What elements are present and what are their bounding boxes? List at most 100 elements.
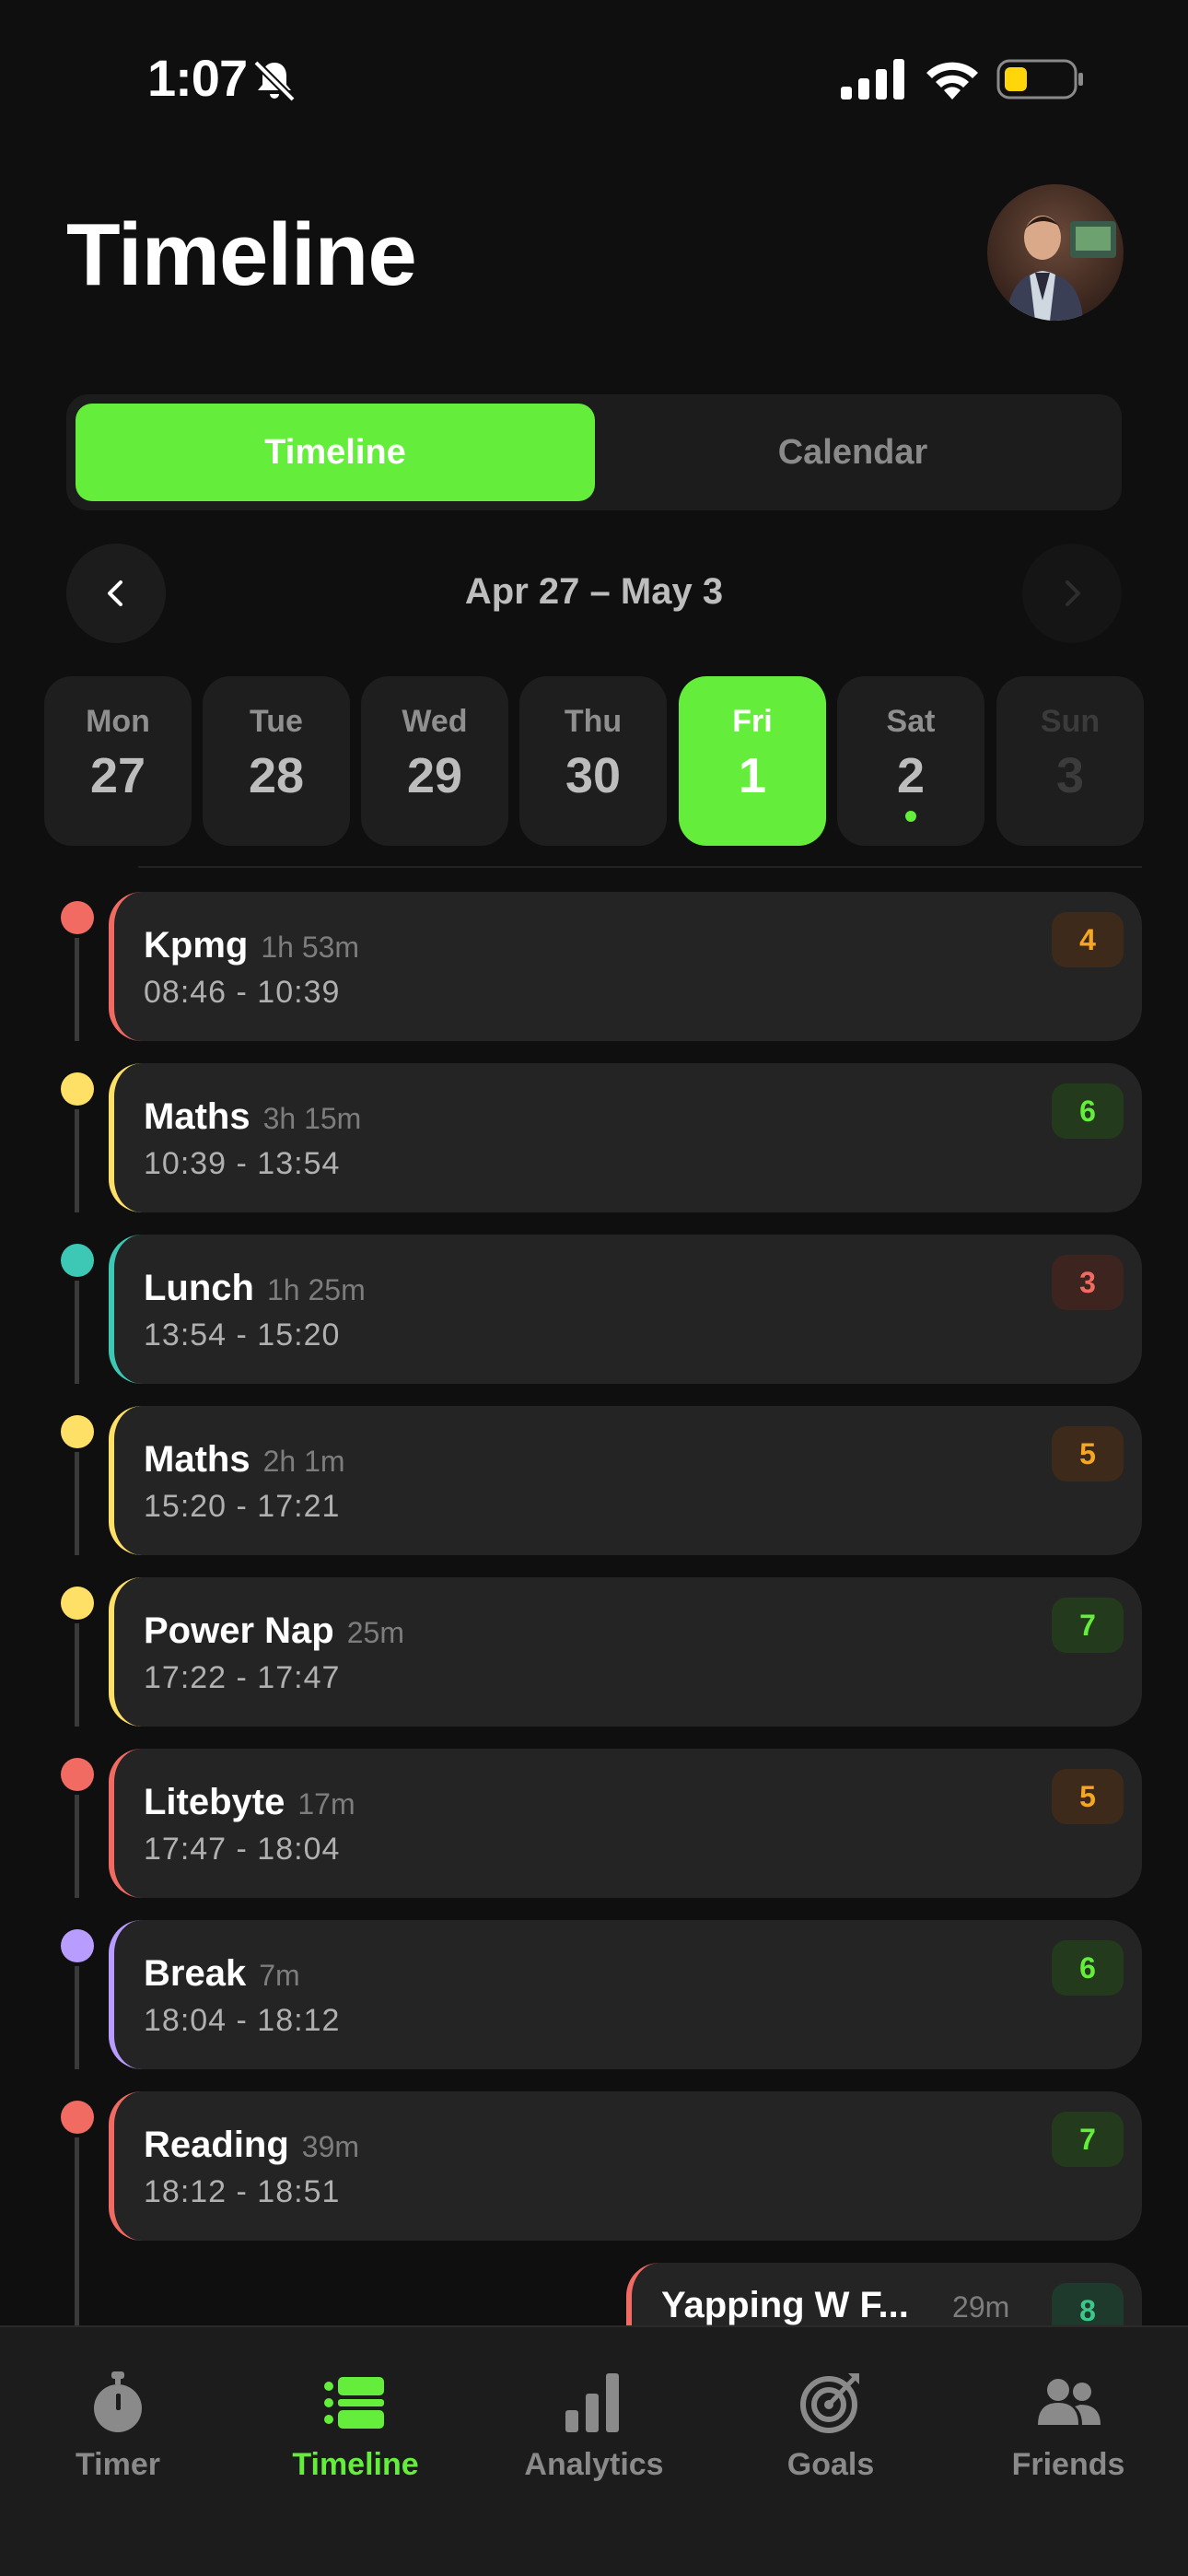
entry-time-range: 17:22 - 17:47 [144, 1660, 341, 1695]
divider [138, 866, 1142, 868]
day-sun[interactable]: Sun 3 [996, 676, 1144, 846]
timeline-entry-card[interactable]: Maths 2h 1m 15:20 - 17:21 5 [109, 1406, 1142, 1555]
tab-timeline-view[interactable]: Timeline [76, 404, 595, 501]
tab-friends[interactable]: Friends [976, 2368, 1160, 2483]
tab-timer[interactable]: Timer [26, 2368, 210, 2483]
timeline-connector [75, 2248, 79, 2325]
rating-badge: 6 [1052, 1940, 1124, 1996]
timeline-connector [75, 1109, 79, 1212]
day-thu[interactable]: Thu 30 [519, 676, 667, 846]
timeline-connector [75, 1795, 79, 1898]
rating-badge: 7 [1052, 1598, 1124, 1653]
bell-slash-icon [253, 60, 296, 102]
rating-badge: 6 [1052, 1083, 1124, 1139]
entry-time-range: 17:47 - 18:04 [144, 1832, 341, 1867]
day-number: 30 [565, 748, 622, 803]
day-name: Wed [402, 704, 468, 739]
entry-name: Maths [144, 1439, 250, 1480]
rating-badge: 5 [1052, 1769, 1124, 1824]
day-sat[interactable]: Sat 2 [837, 676, 984, 846]
timeline-connector [75, 1623, 79, 1727]
timeline-connector [75, 1281, 79, 1384]
day-name: Tue [250, 704, 303, 739]
timeline-dot [61, 1758, 94, 1791]
entry-name: Kpmg [144, 925, 249, 966]
date-range-label: Apr 27 – May 3 [464, 571, 724, 612]
entry-duration: 1h 53m [261, 931, 360, 964]
tab-label: Friends [1011, 2447, 1125, 2482]
timeline-dot [61, 1072, 94, 1106]
entry-name: Reading [144, 2125, 289, 2165]
timeline-connector [75, 938, 79, 1041]
entry-title: Kpmg 1h 53m [144, 925, 359, 966]
battery-icon [996, 59, 1083, 100]
entry-time-range: 08:46 - 10:39 [144, 975, 341, 1010]
day-tue[interactable]: Tue 28 [203, 676, 350, 846]
entry-title: Litebyte 17m [144, 1782, 355, 1823]
timeline-dot [61, 901, 94, 934]
day-name: Mon [86, 704, 150, 739]
day-name: Sun [1040, 704, 1101, 739]
day-name: Sat [886, 704, 936, 739]
people-icon [1038, 2379, 1101, 2425]
day-number: 1 [738, 748, 767, 803]
rating-badge: 7 [1052, 2112, 1124, 2167]
tab-label: Timer [76, 2447, 160, 2482]
entry-name: Maths [144, 1096, 250, 1137]
timeline-dot [61, 1415, 94, 1448]
entry-duration: 29m [952, 2290, 1010, 2324]
timeline-entry-card[interactable]: Break 7m 18:04 - 18:12 6 [109, 1920, 1142, 2069]
avatar[interactable] [987, 184, 1124, 321]
timeline-dot [61, 1244, 94, 1277]
avatar-image [987, 184, 1124, 321]
day-fri[interactable]: Fri 1 [679, 676, 826, 846]
next-week-button[interactable] [1022, 544, 1122, 643]
timeline-icon [324, 2377, 384, 2429]
timeline-dot [61, 1587, 94, 1620]
tab-label: Analytics [524, 2447, 664, 2482]
day-wed[interactable]: Wed 29 [361, 676, 508, 846]
stopwatch-icon [94, 2371, 142, 2432]
status-time: 1:07 [147, 49, 248, 107]
entry-time-range: 18:12 - 18:51 [144, 2174, 341, 2209]
day-name: Thu [564, 704, 623, 739]
entry-time-range: 10:39 - 13:54 [144, 1146, 341, 1181]
tab-goals[interactable]: Goals [739, 2368, 923, 2483]
entry-title: Lunch 1h 25m [144, 1268, 366, 1309]
chevron-right-icon [1066, 580, 1080, 606]
timeline-connector [75, 1452, 79, 1555]
entry-title: Yapping W F... 29m [661, 2285, 1009, 2326]
entry-duration: 17m [297, 1787, 355, 1821]
timeline-entry-card[interactable]: Litebyte 17m 17:47 - 18:04 5 [109, 1749, 1142, 1898]
entry-time-range: 15:20 - 17:21 [144, 1489, 341, 1524]
entry-title: Reading 39m [144, 2125, 359, 2166]
day-number: 29 [406, 748, 463, 803]
entry-duration: 39m [301, 2130, 360, 2163]
timeline-entry-card[interactable]: Lunch 1h 25m 13:54 - 15:20 3 [109, 1235, 1142, 1384]
timeline-entry-card[interactable]: Maths 3h 15m 10:39 - 13:54 6 [109, 1063, 1142, 1212]
day-number: 27 [89, 748, 146, 803]
entry-title: Power Nap 25m [144, 1610, 404, 1652]
tab-calendar-view[interactable]: Calendar [593, 404, 1112, 501]
rating-badge: 4 [1052, 912, 1124, 967]
day-number: 3 [1055, 748, 1085, 803]
cellular-signal-icon [841, 59, 904, 100]
day-number: 2 [896, 748, 926, 803]
day-number: 28 [248, 748, 305, 803]
entry-time-range: 18:04 - 18:12 [144, 2003, 341, 2038]
entry-name: Yapping W F... [661, 2285, 909, 2325]
entry-duration: 1h 25m [266, 1273, 366, 1306]
activity-dot [905, 811, 916, 822]
tab-timeline[interactable]: Timeline [263, 2368, 448, 2483]
timeline-entry-card[interactable]: Reading 39m 18:12 - 18:51 7 [109, 2091, 1142, 2241]
timeline-entry-card[interactable]: Power Nap 25m 17:22 - 17:47 7 [109, 1577, 1142, 1727]
entry-name: Break [144, 1953, 247, 1994]
entry-title: Break 7m [144, 1953, 300, 1995]
timeline-entry-card[interactable]: Kpmg 1h 53m 08:46 - 10:39 4 [109, 892, 1142, 1041]
day-mon[interactable]: Mon 27 [44, 676, 192, 846]
tab-analytics[interactable]: Analytics [502, 2368, 686, 2483]
entry-duration: 25m [346, 1616, 404, 1649]
bottom-tab-bar: Timer Timeline Analytics Goals Friends [0, 2325, 1188, 2576]
entry-duration: 2h 1m [262, 1445, 345, 1478]
entry-duration: 7m [259, 1959, 300, 1992]
